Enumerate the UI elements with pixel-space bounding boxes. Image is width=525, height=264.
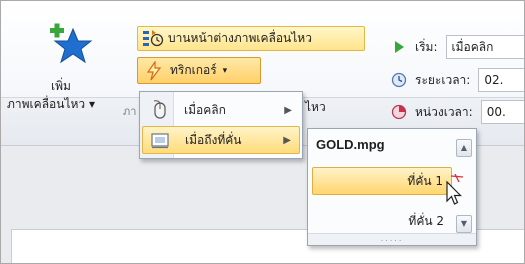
group-label-fragment: ภา	[123, 105, 137, 118]
animation-pane-icon	[143, 29, 164, 46]
delay-clock-icon	[391, 104, 407, 120]
add-animation-label-line2: ภาพเคลื่อนไหว ▾	[7, 97, 95, 111]
chevron-down-icon: ▾	[222, 65, 228, 76]
bookmark-media-icon	[151, 133, 169, 149]
animation-pane-label: บานหน้าต่างภาพเคลื่อนไหว	[168, 31, 312, 45]
bookmark-item-label: ที่คั่น 1	[407, 173, 443, 188]
start-label: เริ่ม:	[415, 39, 438, 54]
menu-item-on-bookmark-label: เมื่อถึงที่คั่น	[185, 132, 242, 147]
trigger-menu: เมื่อคลิก ▶ เมื่อถึงที่คั่น ▶	[139, 91, 303, 159]
scroll-up-button[interactable]: ▲	[456, 139, 472, 157]
menu-item-on-click[interactable]: เมื่อคลิก ▶	[142, 96, 300, 124]
add-animation-label-line1: เพิ่ม	[51, 79, 71, 93]
ribbon-text-behind-menu: ไหว	[305, 100, 326, 114]
start-row: เริ่ม: เมื่อคลิก	[391, 35, 524, 59]
scroll-down-button[interactable]: ▼	[456, 215, 472, 233]
powerpoint-window: เพิ่ม ภาพเคลื่อนไหว ▾ ภา บานหน้าต่างภาพเ…	[0, 0, 525, 264]
start-select[interactable]: เมื่อคลิก	[445, 35, 524, 59]
add-star-icon	[50, 23, 93, 64]
mouse-cursor-icon	[446, 174, 464, 205]
duration-row: ระยะเวลา: 02.	[391, 68, 524, 92]
submenu-arrow-icon: ▶	[284, 104, 292, 116]
bookmark-item[interactable]: ที่คั่น 1	[312, 167, 452, 195]
lightning-icon	[146, 60, 162, 80]
animation-pane-button[interactable]: บานหน้าต่างภาพเคลื่อนไหว	[137, 26, 365, 51]
menu-item-on-click-label: เมื่อคลิก	[184, 102, 226, 117]
trigger-button[interactable]: ทริกเกอร์ ▾	[137, 57, 261, 84]
bookmark-item-label: ที่คั่น 2	[408, 213, 444, 228]
resize-grip[interactable]: .....	[308, 233, 476, 245]
duration-label: ระยะเวลา:	[415, 72, 471, 87]
add-animation-button[interactable]: เพิ่ม ภาพเคลื่อนไหว ▾	[7, 15, 131, 121]
menu-item-on-bookmark[interactable]: เมื่อถึงที่คั่น ▶	[142, 126, 300, 154]
media-file-header: GOLD.mpg	[316, 137, 385, 152]
trigger-label: ทริกเกอร์	[170, 63, 217, 77]
delay-label: หน่วงเวลา:	[415, 104, 473, 119]
delay-row: หน่วงเวลา: 00.	[391, 100, 524, 124]
play-icon	[395, 41, 404, 53]
mouse-icon	[153, 100, 166, 119]
duration-input[interactable]: 02.	[478, 68, 524, 92]
submenu-arrow-icon: ▶	[283, 134, 291, 146]
delay-input[interactable]: 00.	[480, 100, 524, 124]
clock-icon	[391, 72, 407, 88]
bookmark-item[interactable]: ที่คั่น 2	[312, 207, 452, 235]
